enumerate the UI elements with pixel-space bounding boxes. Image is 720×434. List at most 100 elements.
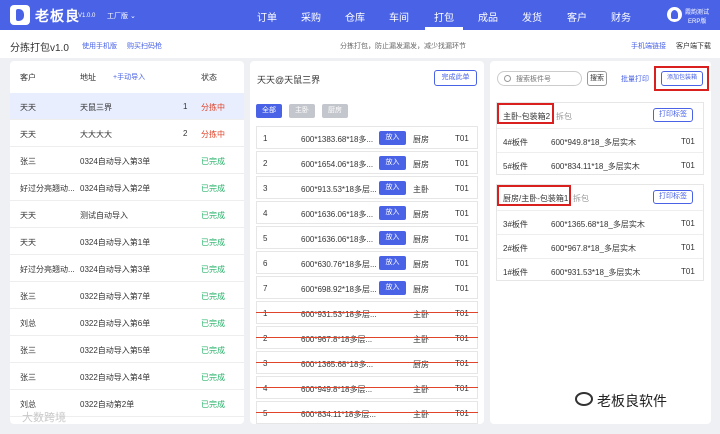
board-code: T01	[681, 267, 695, 276]
col-header-status: 状态	[201, 73, 217, 82]
item-code: T01	[455, 409, 469, 418]
customer-row[interactable]: 天天 0324自动导入第1单 已完成	[10, 228, 244, 255]
col-header-customer: 客户	[20, 73, 36, 82]
workspace-switcher[interactable]: 工厂版 ⌄	[107, 11, 136, 21]
filter-all[interactable]: 全部	[256, 104, 282, 118]
board-spec: 600*834.11*18_多层实木	[551, 162, 640, 171]
order-item-row: 6 600*630.76*18多层... 放入 厨房 T01	[256, 251, 478, 274]
print-label-button[interactable]: 打印标签	[653, 190, 693, 204]
customer-address: 大大大大	[80, 130, 112, 139]
item-number: 1	[263, 309, 268, 318]
nav-item-shipping[interactable]: 发货	[522, 9, 542, 24]
customer-row[interactable]: 天天 天鼠三界 1 分拣中	[10, 93, 244, 120]
put-in-button[interactable]: 放入	[379, 131, 406, 145]
customer-row[interactable]: 好过分亮翘动... 0324自动导入第3单 已完成	[10, 255, 244, 282]
item-number: 4	[263, 384, 268, 393]
buy-scanner-link[interactable]: 购买扫码枪	[127, 41, 162, 51]
client-download-link[interactable]: 客户端下载	[676, 41, 711, 51]
put-in-button[interactable]: 放入	[379, 256, 406, 270]
item-spec: 600*967.8*18多层...	[301, 335, 373, 344]
customer-row[interactable]: 张三 0322自动导入第4单 已完成	[10, 363, 244, 390]
item-spec: 600*1636.06*18多...	[301, 235, 374, 244]
item-number: 5	[263, 409, 268, 418]
nav-item-finance[interactable]: 财务	[611, 9, 631, 24]
user-role: ERP版	[688, 19, 707, 25]
item-code: T01	[455, 159, 469, 168]
customer-row[interactable]: 张三 0322自动导入第7单 已完成	[10, 282, 244, 309]
customer-row[interactable]: 刘总 0322自动导入第6单 已完成	[10, 309, 244, 336]
item-room: 主卧	[413, 410, 429, 419]
board-code: T01	[681, 243, 695, 252]
page-title: 分拣打包v1.0	[10, 43, 69, 54]
filter-kitchen[interactable]: 厨房	[322, 104, 348, 118]
item-number: 6	[263, 259, 268, 268]
mobile-version-link[interactable]: 使用手机版	[82, 41, 117, 51]
customer-row[interactable]: 张三 0324自动导入第3单 已完成	[10, 147, 244, 174]
item-number: 2	[263, 159, 268, 168]
put-in-button[interactable]: 放入	[379, 181, 406, 195]
item-room: 厨房	[413, 160, 429, 169]
board-spec: 600*949.8*18_多层实木	[551, 138, 636, 147]
search-button[interactable]: 搜索	[587, 71, 607, 86]
put-in-button[interactable]: 放入	[379, 156, 406, 170]
status-badge: 分拣中	[201, 130, 225, 139]
brand-name: 老板良	[35, 8, 80, 24]
item-number: 2	[263, 334, 268, 343]
item-number: 4	[263, 209, 268, 218]
search-input[interactable]	[516, 74, 578, 84]
put-in-button[interactable]: 放入	[379, 206, 406, 220]
complete-order-button[interactable]: 完成此单	[434, 70, 477, 86]
customer-name: 张三	[20, 157, 36, 166]
customer-name: 张三	[20, 292, 36, 301]
order-item-row: 3 600*913.53*18多层... 放入 主卧 T01	[256, 176, 478, 199]
customer-address: 0324自动导入第3单	[80, 157, 151, 166]
customer-row[interactable]: 张三 0322自动导入第5单 已完成	[10, 336, 244, 363]
item-spec: 600*913.53*18多层...	[301, 185, 377, 194]
nav-item-orders[interactable]: 订单	[257, 9, 277, 24]
status-badge: 已完成	[201, 373, 225, 382]
board-number: 1#板件	[503, 268, 528, 277]
customer-address: 0322自动导入第7单	[80, 292, 151, 301]
manual-import-button[interactable]: +手动导入	[113, 72, 145, 82]
order-item-row: 1 600*1383.68*18多... 放入 厨房 T01	[256, 126, 478, 149]
board-number: 3#板件	[503, 220, 528, 229]
board-number: 5#板件	[503, 162, 528, 171]
customer-row[interactable]: 好过分亮翘动... 0324自动导入第2单 已完成	[10, 174, 244, 201]
put-in-button[interactable]: 放入	[379, 231, 406, 245]
customer-address: 0324自动导入第3单	[80, 265, 151, 274]
nav-item-warehouse[interactable]: 仓库	[345, 9, 365, 24]
nav-item-customers[interactable]: 客户	[567, 9, 587, 24]
filter-bedroom[interactable]: 主卧	[289, 104, 315, 118]
nav-item-workshop[interactable]: 车间	[389, 9, 409, 24]
customer-row[interactable]: 天天 测试自动导入 已完成	[10, 201, 244, 228]
item-code: T01	[455, 384, 469, 393]
print-label-button[interactable]: 打印标签	[653, 108, 693, 122]
item-room: 厨房	[413, 285, 429, 294]
item-code: T01	[455, 184, 469, 193]
avatar[interactable]	[667, 7, 682, 22]
item-room: 主卧	[413, 385, 429, 394]
item-code: T01	[455, 259, 469, 268]
nav-item-purchase[interactable]: 采购	[301, 9, 321, 24]
wechat-icon	[575, 392, 593, 406]
nav-item-packing[interactable]: 打包	[434, 9, 454, 24]
item-spec: 600*1383.68*18多...	[301, 135, 374, 144]
strike-through-line	[256, 362, 478, 363]
brand-version: V1.0.0	[78, 13, 96, 19]
mobile-link[interactable]: 手机端链接	[631, 41, 666, 51]
put-in-button[interactable]: 放入	[379, 281, 406, 295]
item-spec: 600*1365.68*18多...	[301, 360, 374, 369]
nav-item-products[interactable]: 成品	[478, 9, 498, 24]
board-number: 4#板件	[503, 138, 528, 147]
strike-through-line	[256, 337, 478, 338]
customer-row[interactable]: 天天 大大大大 2 分拣中	[10, 120, 244, 147]
customer-address: 0324自动导入第1单	[80, 238, 151, 247]
customer-name: 好过分亮翘动...	[20, 265, 75, 274]
item-spec: 600*949.8*18多层...	[301, 385, 373, 394]
item-room: 主卧	[413, 185, 429, 194]
batch-print-button[interactable]: 批量打印	[621, 74, 649, 84]
customer-name: 张三	[20, 346, 36, 355]
strike-through-line	[256, 412, 478, 413]
package-item-row: 2#板件 600*967.8*18_多层实木 T01	[497, 234, 703, 258]
strike-through-line	[256, 312, 478, 313]
